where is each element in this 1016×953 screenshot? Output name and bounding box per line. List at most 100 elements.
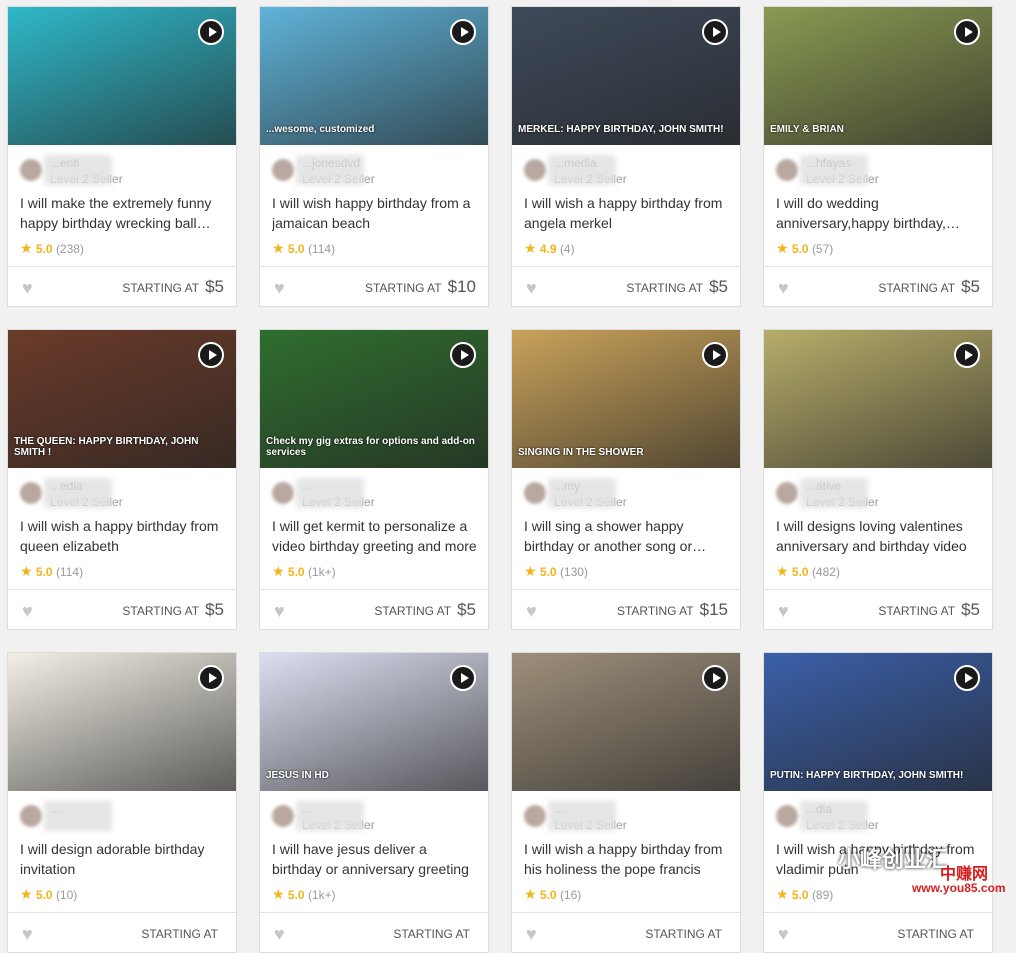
gig-thumbnail[interactable]: ...wesome, customized bbox=[260, 7, 488, 145]
rating-count: (4) bbox=[559, 242, 575, 256]
heart-icon[interactable]: ♥ bbox=[526, 279, 537, 297]
gig-card[interactable]: SINGING IN THE SHOWER ...my Level 2 Sell… bbox=[511, 329, 741, 630]
gig-title[interactable]: I will do wedding anniversary,happy birt… bbox=[776, 193, 982, 233]
price-block[interactable]: STARTING AT bbox=[897, 923, 980, 943]
seller-info[interactable]: ... Level 2 Seller bbox=[272, 801, 478, 833]
gig-card[interactable]: THE QUEEN: HAPPY BIRTHDAY, JOHN SMITH ! … bbox=[7, 329, 237, 630]
seller-avatar[interactable] bbox=[776, 482, 798, 504]
seller-info[interactable]: ...my Level 2 Seller bbox=[524, 478, 730, 510]
seller-avatar[interactable] bbox=[20, 482, 42, 504]
seller-avatar[interactable] bbox=[272, 482, 294, 504]
play-icon[interactable] bbox=[198, 665, 224, 691]
gig-title[interactable]: I will get kermit to personalize a video… bbox=[272, 516, 478, 556]
star-icon: ★ bbox=[272, 563, 285, 579]
play-icon[interactable] bbox=[954, 19, 980, 45]
seller-info[interactable]: ...edia Level 2 Seller bbox=[20, 478, 226, 510]
seller-info[interactable]: ...dia Level 2 Seller bbox=[776, 801, 982, 833]
seller-info[interactable]: ... Level 2 Seller bbox=[524, 801, 730, 833]
gig-title[interactable]: I will wish a happy birthday from queen … bbox=[20, 516, 226, 556]
seller-avatar[interactable] bbox=[20, 159, 42, 181]
gig-card[interactable]: ...wesome, customized ...jonesdvd Level … bbox=[259, 6, 489, 307]
seller-avatar[interactable] bbox=[524, 482, 546, 504]
seller-info[interactable]: ... bbox=[20, 801, 226, 833]
thumbnail-caption: ...wesome, customized bbox=[266, 124, 375, 135]
heart-icon[interactable]: ♥ bbox=[274, 279, 285, 297]
gig-thumbnail[interactable] bbox=[764, 330, 992, 468]
gig-card[interactable]: JESUS IN HD ... Level 2 Seller I will ha… bbox=[259, 652, 489, 953]
play-icon[interactable] bbox=[954, 342, 980, 368]
gig-title[interactable]: I will design adorable birthday invitati… bbox=[20, 839, 226, 879]
gig-title[interactable]: I will have jesus deliver a birthday or … bbox=[272, 839, 478, 879]
heart-icon[interactable]: ♥ bbox=[526, 602, 537, 620]
seller-avatar[interactable] bbox=[776, 805, 798, 827]
heart-icon[interactable]: ♥ bbox=[274, 925, 285, 943]
play-icon[interactable] bbox=[702, 665, 728, 691]
heart-icon[interactable]: ♥ bbox=[22, 925, 33, 943]
gig-card[interactable]: ... Level 2 Seller I will wish a happy b… bbox=[511, 652, 741, 953]
gig-title[interactable]: I will make the extremely funny happy bi… bbox=[20, 193, 226, 233]
gig-card[interactable]: ...enti Level 2 Seller I will make the e… bbox=[7, 6, 237, 307]
seller-avatar[interactable] bbox=[20, 805, 42, 827]
rating-count: (57) bbox=[811, 242, 834, 256]
gig-title[interactable]: I will designs loving valentines anniver… bbox=[776, 516, 982, 556]
gig-thumbnail[interactable]: THE QUEEN: HAPPY BIRTHDAY, JOHN SMITH ! bbox=[8, 330, 236, 468]
price-block[interactable]: STARTING AT bbox=[141, 923, 224, 943]
gig-title[interactable]: I will wish happy birthday from a jamaic… bbox=[272, 193, 478, 233]
gig-footer: ♥ STARTING AT $5 bbox=[260, 589, 488, 629]
gig-thumbnail[interactable]: Check my gig extras for options and add-… bbox=[260, 330, 488, 468]
gig-thumbnail[interactable]: EMILY & BRIAN bbox=[764, 7, 992, 145]
heart-icon[interactable]: ♥ bbox=[22, 602, 33, 620]
seller-avatar[interactable] bbox=[524, 805, 546, 827]
price-block[interactable]: STARTING AT $5 bbox=[122, 600, 224, 620]
seller-info[interactable]: ... Level 2 Seller bbox=[272, 478, 478, 510]
price-block[interactable]: STARTING AT $10 bbox=[365, 277, 476, 297]
seller-info[interactable]: ...jonesdvd Level 2 Seller bbox=[272, 155, 478, 187]
heart-icon[interactable]: ♥ bbox=[22, 279, 33, 297]
play-icon[interactable] bbox=[198, 342, 224, 368]
gig-card[interactable]: ...ative Level 2 Seller I will designs l… bbox=[763, 329, 993, 630]
price-block[interactable]: STARTING AT $5 bbox=[122, 277, 224, 297]
heart-icon[interactable]: ♥ bbox=[778, 925, 789, 943]
seller-avatar[interactable] bbox=[524, 159, 546, 181]
gig-title[interactable]: I will sing a shower happy birthday or a… bbox=[524, 516, 730, 556]
gig-thumbnail[interactable]: JESUS IN HD bbox=[260, 653, 488, 791]
heart-icon[interactable]: ♥ bbox=[778, 602, 789, 620]
seller-info[interactable]: ...hfayas Level 2 Seller bbox=[776, 155, 982, 187]
play-icon[interactable] bbox=[450, 19, 476, 45]
gig-thumbnail[interactable]: PUTIN: HAPPY BIRTHDAY, JOHN SMITH! bbox=[764, 653, 992, 791]
gig-title[interactable]: I will wish a happy birthday from his ho… bbox=[524, 839, 730, 879]
price-block[interactable]: STARTING AT $5 bbox=[626, 277, 728, 297]
play-icon[interactable] bbox=[450, 665, 476, 691]
heart-icon[interactable]: ♥ bbox=[526, 925, 537, 943]
gig-card[interactable]: MERKEL: HAPPY BIRTHDAY, JOHN SMITH! ...m… bbox=[511, 6, 741, 307]
price-block[interactable]: STARTING AT $5 bbox=[374, 600, 476, 620]
seller-info[interactable]: ...ative Level 2 Seller bbox=[776, 478, 982, 510]
heart-icon[interactable]: ♥ bbox=[274, 602, 285, 620]
seller-info[interactable]: ...media Level 2 Seller bbox=[524, 155, 730, 187]
gig-card[interactable]: ... I will design adorable birthday invi… bbox=[7, 652, 237, 953]
gig-thumbnail[interactable] bbox=[512, 653, 740, 791]
play-icon[interactable] bbox=[198, 19, 224, 45]
price-block[interactable]: STARTING AT $15 bbox=[617, 600, 728, 620]
gig-thumbnail[interactable]: SINGING IN THE SHOWER bbox=[512, 330, 740, 468]
seller-avatar[interactable] bbox=[776, 159, 798, 181]
play-icon[interactable] bbox=[702, 342, 728, 368]
price-block[interactable]: STARTING AT bbox=[393, 923, 476, 943]
price-block[interactable]: STARTING AT $5 bbox=[878, 600, 980, 620]
play-icon[interactable] bbox=[450, 342, 476, 368]
price-block[interactable]: STARTING AT $5 bbox=[878, 277, 980, 297]
heart-icon[interactable]: ♥ bbox=[778, 279, 789, 297]
gig-title[interactable]: I will wish a happy birthday from angela… bbox=[524, 193, 730, 233]
play-icon[interactable] bbox=[954, 665, 980, 691]
seller-info[interactable]: ...enti Level 2 Seller bbox=[20, 155, 226, 187]
seller-avatar[interactable] bbox=[272, 805, 294, 827]
gig-thumbnail[interactable]: MERKEL: HAPPY BIRTHDAY, JOHN SMITH! bbox=[512, 7, 740, 145]
gig-card[interactable]: PUTIN: HAPPY BIRTHDAY, JOHN SMITH! ...di… bbox=[763, 652, 993, 953]
price-block[interactable]: STARTING AT bbox=[645, 923, 728, 943]
play-icon[interactable] bbox=[702, 19, 728, 45]
gig-card[interactable]: EMILY & BRIAN ...hfayas Level 2 Seller I… bbox=[763, 6, 993, 307]
gig-thumbnail[interactable] bbox=[8, 7, 236, 145]
gig-thumbnail[interactable] bbox=[8, 653, 236, 791]
gig-card[interactable]: Check my gig extras for options and add-… bbox=[259, 329, 489, 630]
seller-avatar[interactable] bbox=[272, 159, 294, 181]
